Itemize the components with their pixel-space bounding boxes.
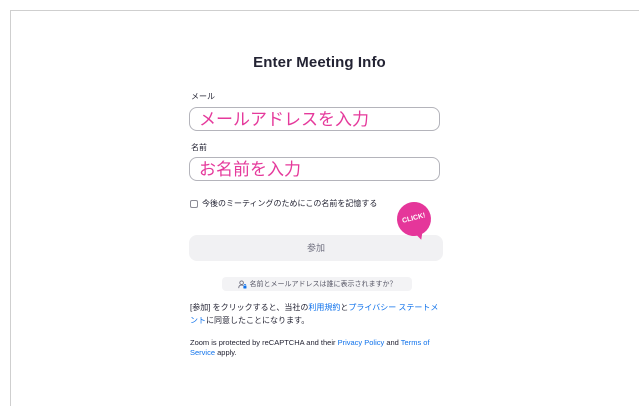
- remember-name-option[interactable]: 今後のミーティングのためにこの名前を記憶する: [190, 198, 377, 209]
- terms-of-use-link[interactable]: 利用規約: [308, 303, 340, 312]
- name-input[interactable]: [189, 157, 440, 181]
- remember-name-label: 今後のミーティングのためにこの名前を記憶する: [202, 199, 378, 208]
- consent-suffix: に同意したことになります。: [206, 316, 310, 325]
- email-label: メール: [191, 92, 215, 101]
- recaptcha-suffix: apply.: [215, 348, 237, 357]
- recaptcha-privacy-link[interactable]: Privacy Policy: [338, 338, 385, 347]
- remember-name-checkbox[interactable]: [190, 199, 198, 208]
- join-button[interactable]: 参加: [189, 235, 443, 261]
- user-lock-icon: [237, 279, 246, 288]
- recaptcha-notice: Zoom is protected by reCAPTCHA and their…: [190, 338, 430, 358]
- recaptcha-prefix: Zoom is protected by reCAPTCHA and their: [190, 338, 338, 347]
- privacy-question-button[interactable]: 名前とメールアドレスは誰に表示されますか？: [222, 277, 412, 291]
- privacy-question-text: 名前とメールアドレスは誰に表示されますか？: [249, 281, 397, 288]
- name-label: 名前: [191, 143, 207, 152]
- recaptcha-and: and: [384, 338, 401, 347]
- consent-prefix: [参加] をクリックすると、当社の: [190, 303, 309, 312]
- email-input[interactable]: [189, 107, 440, 131]
- page-title: Enter Meeting Info: [253, 54, 386, 71]
- consent-text: [参加] をクリックすると、当社の利用規約とプライバシー ステートメントに同意し…: [190, 301, 445, 327]
